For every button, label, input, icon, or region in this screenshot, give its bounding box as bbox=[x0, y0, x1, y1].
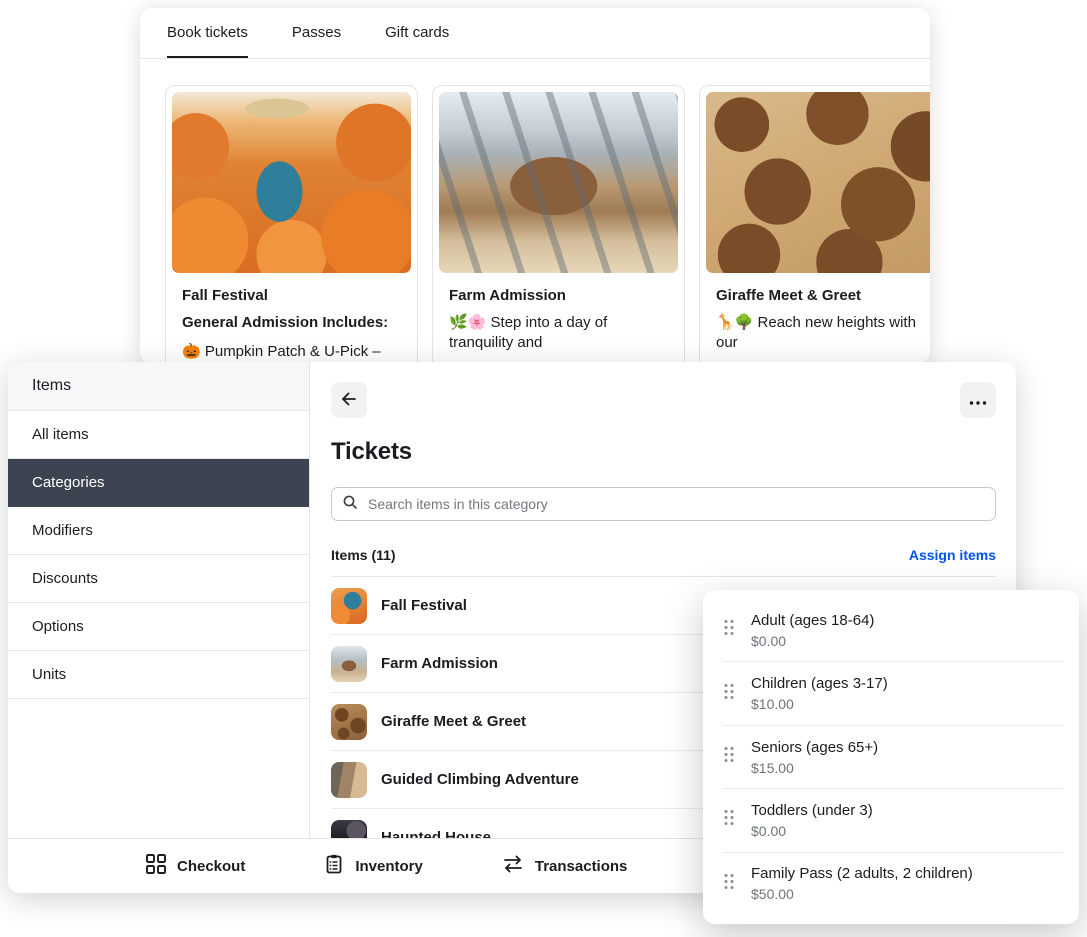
grid-checkout-icon bbox=[145, 853, 167, 880]
ticket-variations-panel: Adult (ages 18-64) $0.00 Children (ages … bbox=[703, 590, 1079, 924]
drag-handle-icon[interactable] bbox=[723, 683, 735, 705]
card-body: Farm Admission 🌿🌸 Step into a day of tra… bbox=[439, 273, 678, 364]
variation-price: $10.00 bbox=[751, 696, 888, 712]
variation-price: $50.00 bbox=[751, 886, 973, 902]
card-title: Fall Festival bbox=[182, 287, 401, 304]
variation-row-adult[interactable]: Adult (ages 18-64) $0.00 bbox=[723, 599, 1063, 662]
card-description-line: 🦒🌳 Reach new heights with our bbox=[716, 313, 930, 353]
items-count: Items (11) bbox=[331, 547, 396, 563]
item-name: Guided Climbing Adventure bbox=[381, 771, 579, 788]
drag-handle-icon[interactable] bbox=[723, 619, 735, 641]
nav-label: Transactions bbox=[535, 858, 628, 875]
sidebar-item-discounts[interactable]: Discounts bbox=[8, 555, 309, 603]
sidebar-item-units[interactable]: Units bbox=[8, 651, 309, 699]
back-button[interactable] bbox=[331, 382, 367, 418]
variation-row-family-pass[interactable]: Family Pass (2 adults, 2 children) $50.0… bbox=[723, 853, 1063, 915]
tab-gift-cards[interactable]: Gift cards bbox=[385, 8, 449, 58]
pumpkin-patch-photo bbox=[172, 92, 411, 273]
nav-label: Checkout bbox=[177, 858, 245, 875]
product-card-farm-admission[interactable]: Farm Admission 🌿🌸 Step into a day of tra… bbox=[432, 85, 685, 364]
card-title: Farm Admission bbox=[449, 287, 668, 304]
variation-row-toddlers[interactable]: Toddlers (under 3) $0.00 bbox=[723, 789, 1063, 852]
tab-book-tickets[interactable]: Book tickets bbox=[167, 8, 248, 58]
more-options-button[interactable] bbox=[960, 382, 996, 418]
back-arrow-icon bbox=[340, 391, 358, 410]
card-title: Giraffe Meet & Greet bbox=[716, 287, 930, 304]
item-thumbnail bbox=[331, 588, 367, 624]
sidebar-item-options[interactable]: Options bbox=[8, 603, 309, 651]
category-search bbox=[331, 487, 996, 521]
ellipsis-icon bbox=[969, 393, 987, 408]
card-body: Fall Festival General Admission Includes… bbox=[172, 273, 411, 364]
card-description-line: 🌿🌸 Step into a day of tranquility and bbox=[449, 313, 668, 353]
item-name: Haunted House bbox=[381, 829, 491, 838]
product-card-giraffe-meet-greet[interactable]: Giraffe Meet & Greet 🦒🌳 Reach new height… bbox=[699, 85, 930, 364]
card-description-line: 🎃 Pumpkin Patch & U-Pick – Choose... bbox=[182, 342, 401, 364]
drag-handle-icon[interactable] bbox=[723, 809, 735, 831]
items-sidebar: Items All items Categories Modifiers Dis… bbox=[8, 362, 310, 838]
drag-handle-icon[interactable] bbox=[723, 746, 735, 768]
item-name: Giraffe Meet & Greet bbox=[381, 713, 526, 730]
page: Book tickets Passes Gift cards Fall Fest… bbox=[0, 0, 1087, 937]
book-tickets-window: Book tickets Passes Gift cards Fall Fest… bbox=[140, 8, 930, 364]
search-icon bbox=[342, 494, 358, 515]
nav-label: Inventory bbox=[355, 858, 423, 875]
item-thumbnail bbox=[331, 762, 367, 798]
goat-photo bbox=[439, 92, 678, 273]
variation-name: Toddlers (under 3) bbox=[751, 802, 873, 819]
variation-name: Seniors (ages 65+) bbox=[751, 739, 878, 756]
product-card-list: Fall Festival General Admission Includes… bbox=[140, 59, 930, 364]
sidebar-item-all-items[interactable]: All items bbox=[8, 411, 309, 459]
variation-price: $15.00 bbox=[751, 760, 878, 776]
item-thumbnail bbox=[331, 646, 367, 682]
items-list-header: Items (11) Assign items bbox=[331, 547, 996, 577]
variation-name: Children (ages 3-17) bbox=[751, 675, 888, 692]
nav-item-inventory[interactable]: Inventory bbox=[323, 853, 423, 880]
variation-price: $0.00 bbox=[751, 823, 873, 839]
item-thumbnail bbox=[331, 820, 367, 839]
sidebar-title: Items bbox=[8, 362, 309, 411]
item-name: Farm Admission bbox=[381, 655, 498, 672]
variation-price: $0.00 bbox=[751, 633, 874, 649]
card-body: Giraffe Meet & Greet 🦒🌳 Reach new height… bbox=[706, 273, 930, 364]
assign-items-link[interactable]: Assign items bbox=[909, 547, 996, 563]
variation-row-seniors[interactable]: Seniors (ages 65+) $15.00 bbox=[723, 726, 1063, 789]
category-title: Tickets bbox=[331, 438, 996, 466]
clipboard-icon bbox=[323, 853, 345, 880]
product-card-fall-festival[interactable]: Fall Festival General Admission Includes… bbox=[165, 85, 418, 364]
item-name: Fall Festival bbox=[381, 597, 467, 614]
sidebar-item-categories[interactable]: Categories bbox=[8, 459, 309, 507]
item-thumbnail bbox=[331, 704, 367, 740]
transfer-arrows-icon bbox=[501, 854, 525, 879]
sidebar-item-modifiers[interactable]: Modifiers bbox=[8, 507, 309, 555]
nav-item-transactions[interactable]: Transactions bbox=[501, 854, 628, 879]
drag-handle-icon[interactable] bbox=[723, 873, 735, 895]
booking-tabbar: Book tickets Passes Gift cards bbox=[140, 8, 930, 59]
giraffe-photo bbox=[706, 92, 930, 273]
variation-name: Adult (ages 18-64) bbox=[751, 612, 874, 629]
variation-row-children[interactable]: Children (ages 3-17) $10.00 bbox=[723, 662, 1063, 725]
card-description-line: General Admission Includes: bbox=[182, 313, 401, 333]
nav-item-checkout[interactable]: Checkout bbox=[145, 853, 245, 880]
tab-passes[interactable]: Passes bbox=[292, 8, 341, 58]
search-input[interactable] bbox=[366, 495, 985, 513]
category-topbar bbox=[311, 362, 1016, 418]
variation-name: Family Pass (2 adults, 2 children) bbox=[751, 865, 973, 882]
